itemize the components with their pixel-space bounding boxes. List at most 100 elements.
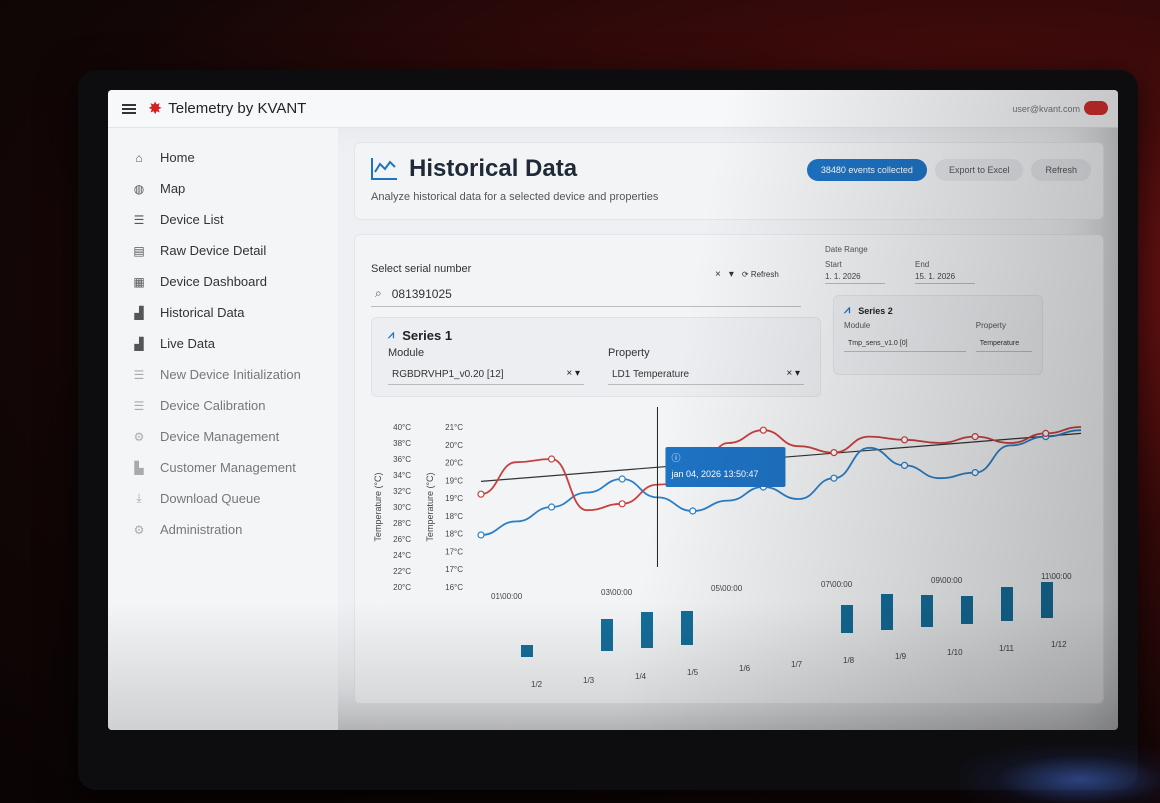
series-2-point — [1042, 429, 1050, 437]
module-select[interactable]: Module RGBDRVHP1_v0.20 [12] × ▾ — [388, 347, 584, 385]
sidebar-item-device-dashboard[interactable]: ▦ Device Dashboard — [108, 266, 338, 297]
navigator-date-label: 1/4 — [635, 672, 647, 681]
sidebar-item-label: Download Queue — [160, 491, 261, 506]
series-1-title-text: Series 1 — [402, 328, 453, 343]
navigator-bar — [681, 611, 693, 645]
sidebar-item-label: Customer Management — [160, 460, 296, 475]
left-axis-tick-label: 32°C — [393, 487, 411, 496]
events-collected-button[interactable]: 38480 events collected — [806, 159, 927, 181]
series-2-point — [971, 433, 979, 441]
top-bar: ✸ Telemetry by KVANT user@kvant.com — [108, 90, 1118, 128]
search-icon: ⌕ — [375, 286, 382, 300]
navigator-date-label: 1/3 — [583, 676, 595, 685]
logo-icon: ✸ — [148, 98, 163, 118]
navigator-date-label: 1/5 — [687, 668, 699, 677]
menu-icon[interactable] — [122, 103, 136, 114]
list-dim-icon: ☰ — [133, 367, 145, 382]
right-axis-label: Temperature (°C) — [425, 472, 435, 541]
page-header: Historical Data Analyze historical data … — [354, 142, 1104, 220]
property-select[interactable]: Property LD1 Temperature × ▾ — [608, 347, 804, 385]
series-2-module-label: Module — [844, 321, 871, 330]
serial-value: 081391025 — [391, 286, 452, 301]
series-2-property-select[interactable]: Property Temperature — [975, 321, 1032, 352]
series-2-title: ⩘ Series 2 — [844, 304, 1032, 317]
property-clear-icon[interactable]: × ▾ — [786, 368, 800, 379]
page-title-text: Historical Data — [409, 155, 578, 182]
x-axis-tick-label: 11\00:00 — [1041, 572, 1072, 581]
refresh-button[interactable]: ⟳ Refresh — [742, 270, 779, 279]
series-1-point — [900, 461, 909, 470]
left-axis-tick-label: 30°C — [393, 503, 411, 512]
app-window: ✸ Telemetry by KVANT user@kvant.com ⌂ Hom… — [108, 90, 1118, 730]
building-icon: ▙ — [134, 460, 144, 475]
chart-icon: ▟ — [134, 305, 144, 320]
sidebar-item-device-calibration[interactable]: ☰ Device Calibration — [108, 390, 338, 421]
right-axis-tick-label: 20°C — [445, 459, 463, 468]
chart-svg[interactable]: 40°C 38°C 36°C 34°C 32°C 30°C 28°C 26°C 24°C 22°C… — [371, 407, 1091, 697]
navigator-date-label: 1/8 — [843, 656, 855, 665]
property-label: Property — [608, 347, 650, 359]
x-axis-tick-label: 05\00:00 — [711, 584, 743, 593]
series-1-title: ⩘ Series 1 — [388, 328, 804, 343]
x-axis-tick-label: 03\00:00 — [601, 588, 633, 597]
sidebar-item-download-queue[interactable]: ⤓ Download Queue — [108, 483, 338, 514]
sidebar-item-device-management[interactable]: ⚙ Device Management — [108, 421, 338, 452]
serial-input[interactable]: ⌕ 081391025 — [371, 281, 801, 307]
series-1-panel: ⩘ Series 1 Module RGBDRVHP1_v0.20 [12] ×… — [371, 317, 821, 397]
user-avatar[interactable] — [1084, 101, 1108, 115]
serial-dropdown-icon[interactable]: ▾ — [729, 269, 734, 280]
sidebar-item-new-device-initialization[interactable]: ☰ New Device Initialization — [108, 359, 338, 390]
globe-icon: ◍ — [133, 181, 145, 196]
left-axis-label: Temperature (°C) — [373, 472, 383, 541]
sidebar-item-device-list[interactable]: ☰ Device List — [108, 204, 338, 235]
left-axis-tick-label: 38°C — [393, 439, 411, 448]
sidebar-item-live-data[interactable]: ▟ Live Data — [108, 328, 338, 359]
sidebar-item-label: New Device Initialization — [160, 367, 301, 382]
series-2-title-text: Series 2 — [858, 305, 893, 316]
right-axis-tick-label: 20°C — [445, 441, 463, 450]
navigator-date-label: 1/11 — [999, 644, 1015, 653]
sidebar-item-raw-device-detail[interactable]: ▤ Raw Device Detail — [108, 235, 338, 266]
sidebar-item-label: Device Management — [160, 429, 280, 444]
header-refresh-button[interactable]: Refresh — [1031, 159, 1091, 181]
series-chart-icon: ⩘ — [388, 329, 395, 341]
series-chart-icon: ⩘ — [844, 304, 851, 316]
sidebar: ⌂ Home ◍ Map ☰ Device List ▤ Raw Device Detail ▦… — [108, 128, 338, 730]
left-axis-tick-label: 24°C — [393, 551, 411, 560]
end-date-field[interactable]: 15. 1. 2026 — [915, 272, 975, 284]
right-axis-tick-label: 18°C — [445, 512, 463, 521]
navigator-bar — [641, 612, 653, 648]
navigator-bar — [1001, 587, 1013, 621]
page-subtitle: Analyze historical data for a selected d… — [371, 191, 659, 203]
right-axis-tick-label: 17°C — [445, 547, 463, 556]
navigator-bar — [601, 619, 613, 651]
table-icon: ▤ — [133, 243, 145, 258]
navigator-bar — [1041, 582, 1053, 618]
tooltip-text: jan 04, 2026 13:50:47 — [670, 469, 758, 479]
dashboard-icon: ▦ — [133, 274, 145, 289]
sidebar-item-administration[interactable]: ⚙ Administration — [108, 514, 338, 545]
right-axis-tick-label: 16°C — [445, 583, 463, 592]
home-icon: ⌂ — [135, 150, 143, 165]
module-clear-icon[interactable]: × ▾ — [566, 368, 580, 379]
user-email[interactable]: user@kvant.com — [1012, 104, 1080, 114]
series-2-module-select[interactable]: Module Tmp_sens_v1.0 [0] — [844, 321, 966, 352]
brand-name: Telemetry by KVANT — [168, 100, 307, 117]
sidebar-item-historical-data[interactable]: ▟ Historical Data — [108, 297, 338, 328]
sidebar-item-map[interactable]: ◍ Map — [108, 173, 338, 204]
serial-clear-icon[interactable]: × — [715, 269, 721, 280]
sidebar-item-label: Live Data — [160, 336, 215, 351]
start-date-field[interactable]: 1. 1. 2026 — [825, 272, 885, 284]
right-axis-tick-label: 19°C — [445, 476, 463, 485]
sidebar-item-home[interactable]: ⌂ Home — [108, 142, 338, 173]
sidebar-item-customer-management[interactable]: ▙ Customer Management — [108, 452, 338, 483]
series-2-property-label: Property — [975, 321, 1007, 330]
x-axis-tick-label: 09\00:00 — [931, 576, 963, 585]
export-excel-button[interactable]: Export to Excel — [934, 159, 1024, 181]
sidebar-item-label: Historical Data — [160, 305, 245, 320]
sidebar-item-label: Home — [160, 150, 195, 165]
navigator-date-label: 1/12 — [1051, 640, 1067, 649]
left-axis-tick-label: 36°C — [393, 455, 411, 464]
historical-chart[interactable]: 40°C 38°C 36°C 34°C 32°C 30°C 28°C 26°C 24°C 22°C… — [371, 407, 1091, 697]
navigator-bar — [921, 595, 933, 627]
